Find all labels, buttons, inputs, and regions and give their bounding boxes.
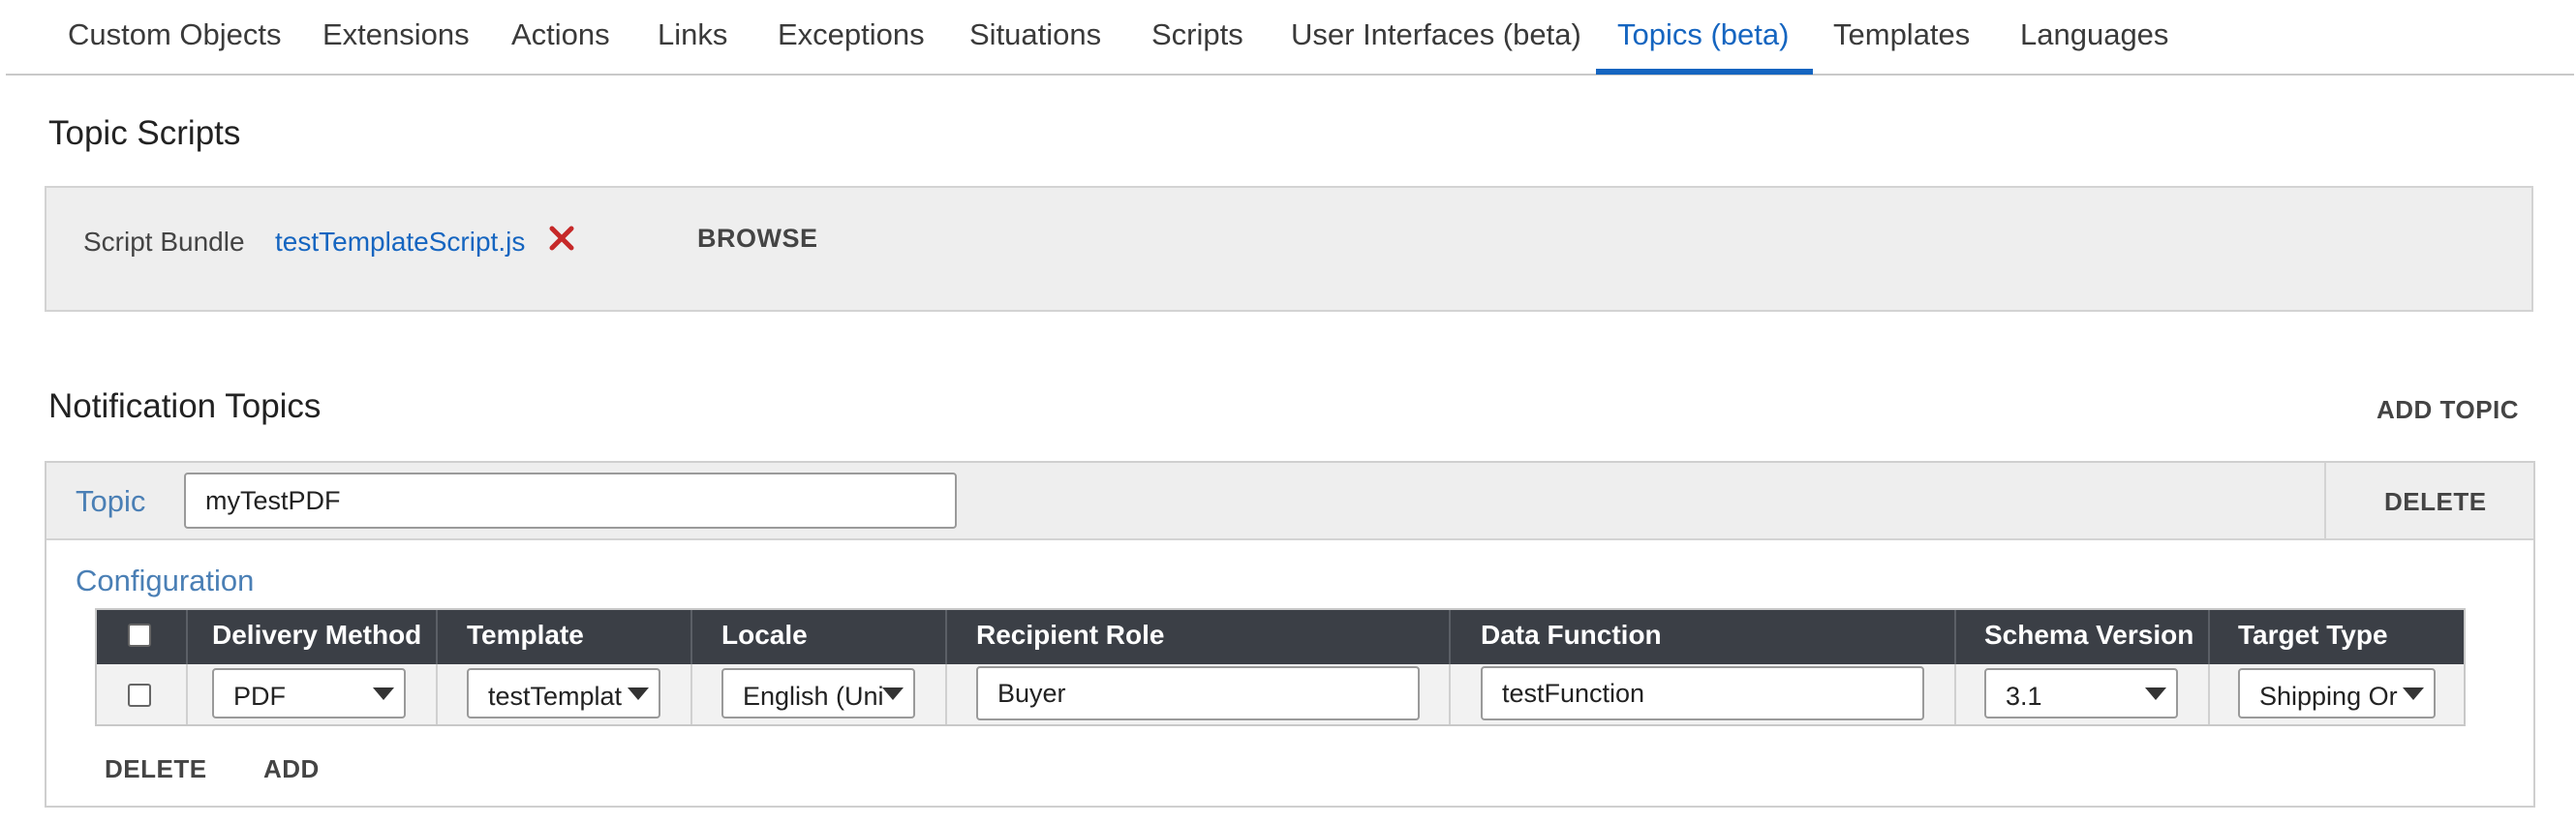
template-select[interactable]: testTemplat [467,668,660,718]
tab-links[interactable]: Links [658,17,727,74]
column-header-recipient-role: Recipient Role [976,620,1165,650]
target-type-value: Shipping Or [2259,682,2398,711]
chevron-down-icon [2145,688,2166,700]
tab-custom-objects[interactable]: Custom Objects [68,17,282,74]
column-divider [690,664,692,724]
column-divider [2208,664,2210,724]
delivery-method-select[interactable]: PDF [212,668,406,718]
column-header-schema-version: Schema Version [1984,620,2194,650]
target-type-select[interactable]: Shipping Or [2238,668,2436,718]
delete-row-button[interactable]: DELETE [105,754,207,784]
add-topic-button[interactable]: ADD TOPIC [2377,395,2519,425]
topic-label: Topic [76,484,146,518]
column-header-locale: Locale [721,620,808,650]
column-divider [186,610,188,664]
column-header-data-function: Data Function [1481,620,1662,650]
tab-topics[interactable]: Topics (beta) [1617,17,1789,74]
column-header-delivery-method: Delivery Method [212,620,422,650]
tab-templates[interactable]: Templates [1833,17,1970,74]
tab-actions[interactable]: Actions [511,17,610,74]
add-row-button[interactable]: ADD [263,754,320,784]
select-all-checkbox[interactable] [128,624,151,647]
script-bundle-label: Script Bundle [83,227,245,257]
column-divider [436,610,438,664]
configuration-label: Configuration [76,564,255,597]
close-x-icon[interactable] [546,223,577,254]
column-divider [436,664,438,724]
tab-scripts[interactable]: Scripts [1151,17,1243,74]
chevron-down-icon [2403,688,2424,700]
column-divider [1449,664,1451,724]
browse-button[interactable]: BROWSE [697,224,818,254]
column-header-target-type: Target Type [2238,620,2388,650]
template-value: testTemplat [488,682,623,711]
notification-topics-title: Notification Topics [48,387,322,425]
topic-name-input[interactable] [184,473,957,529]
tab-languages[interactable]: Languages [2020,17,2168,74]
chevron-down-icon [373,688,394,700]
column-divider [690,610,692,664]
tab-extensions[interactable]: Extensions [322,17,470,74]
tab-exceptions[interactable]: Exceptions [778,17,925,74]
column-divider [1954,610,1956,664]
schema-version-value: 3.1 [2006,682,2042,711]
tab-bar: Custom Objects Extensions Actions Links … [6,0,2574,76]
column-divider [945,610,947,664]
column-divider [2208,610,2210,664]
chevron-down-icon [628,688,649,700]
column-divider [1954,664,1956,724]
delete-topic-button[interactable]: DELETE [2384,487,2487,517]
tab-user-interfaces[interactable]: User Interfaces (beta) [1291,17,1581,74]
locale-select[interactable]: English (Uni [721,668,915,718]
locale-value: English (Uni [743,682,884,711]
active-tab-indicator [1596,69,1813,75]
script-bundle-file-link[interactable]: testTemplateScript.js [275,227,525,258]
column-header-template: Template [467,620,584,650]
chevron-down-icon [882,688,904,700]
schema-version-select[interactable]: 3.1 [1984,668,2178,718]
row-checkbox[interactable] [128,684,151,707]
delivery-method-value: PDF [233,682,286,711]
recipient-role-input[interactable] [976,666,1420,720]
column-divider [1449,610,1451,664]
topic-scripts-title: Topic Scripts [48,114,241,152]
column-divider [186,664,188,724]
column-divider [945,664,947,724]
tab-situations[interactable]: Situations [969,17,1101,74]
data-function-input[interactable] [1481,666,1924,720]
